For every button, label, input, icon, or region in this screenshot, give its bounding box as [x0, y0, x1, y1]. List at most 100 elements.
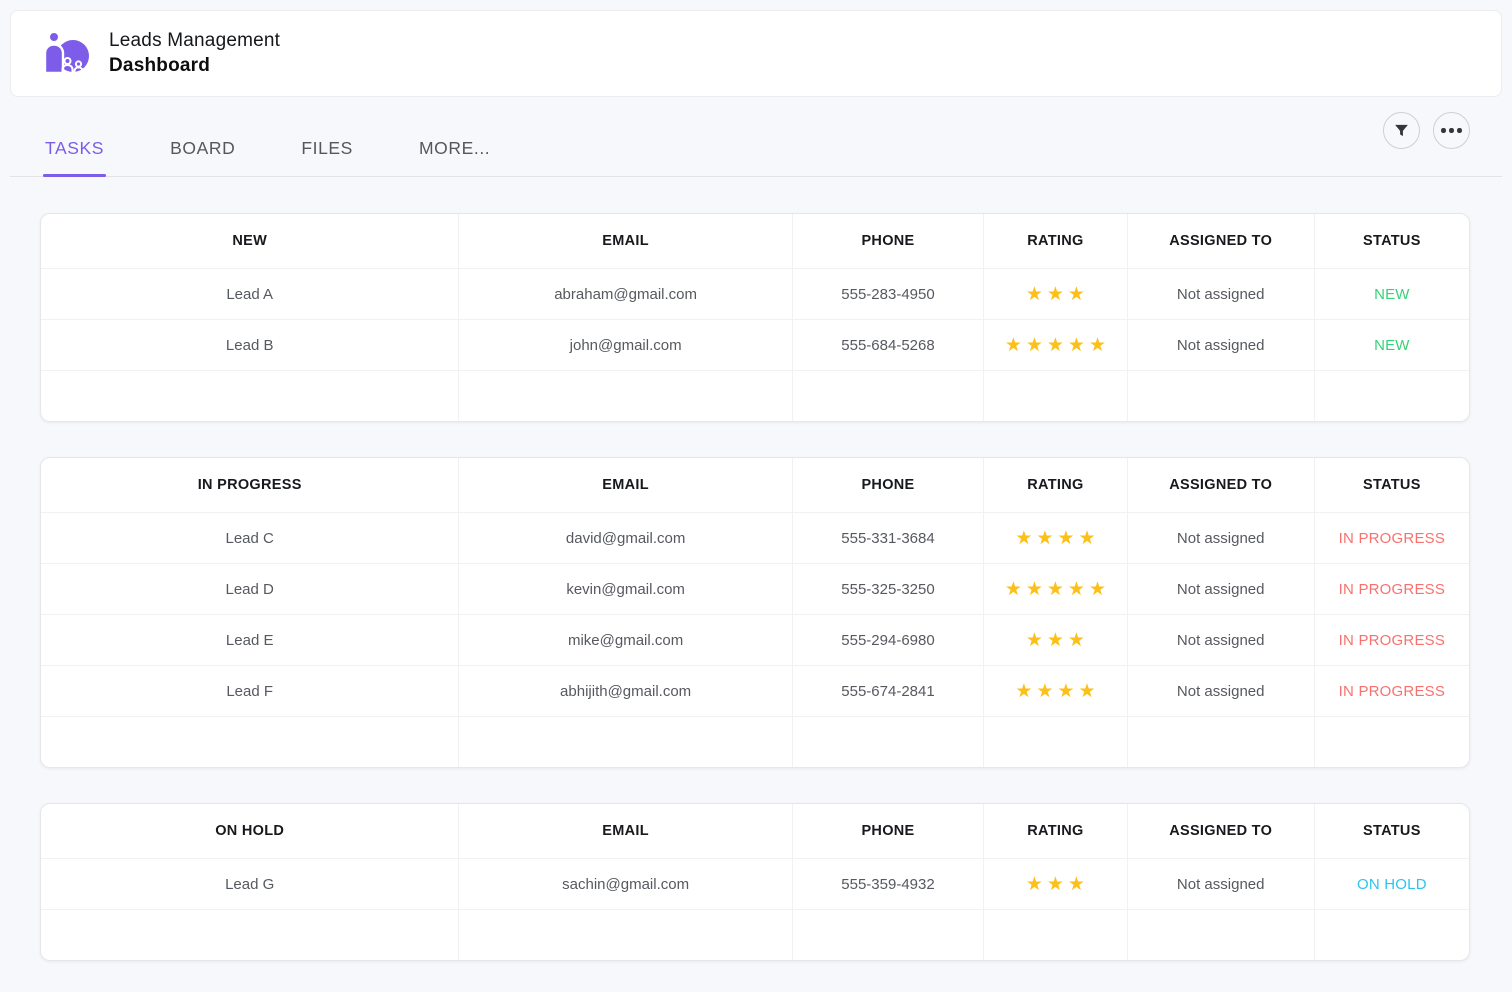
rating-stars-3: ★★★: [1022, 285, 1089, 304]
tab-tasks[interactable]: TASKS: [43, 138, 106, 176]
status-badge: IN PROGRESS: [1339, 683, 1445, 700]
phone-cell: 555-325-3250: [793, 563, 984, 614]
empty-cell: [984, 370, 1128, 421]
column-header-email: EMAIL: [459, 804, 792, 858]
ellipsis-icon: [1441, 128, 1462, 133]
assigned-to-cell: Not assigned: [1128, 268, 1315, 319]
empty-cell: [459, 909, 792, 960]
tabs-actions: [1383, 112, 1502, 149]
empty-cell: [1315, 370, 1469, 421]
group-header-new: NEW: [41, 214, 459, 268]
assigned-to-cell: Not assigned: [1128, 563, 1315, 614]
rating-cell: ★★★★: [984, 512, 1128, 563]
group-header-on-hold: ON HOLD: [41, 804, 459, 858]
column-header-email: EMAIL: [459, 214, 792, 268]
lead-name-cell: Lead F: [41, 665, 459, 716]
rating-cell: ★★★: [984, 614, 1128, 665]
empty-cell: [1315, 909, 1469, 960]
column-header-assigned-to: ASSIGNED TO: [1128, 458, 1315, 512]
tables: NEWEMAILPHONERATINGASSIGNED TOSTATUSLead…: [0, 177, 1512, 961]
email-cell: kevin@gmail.com: [459, 563, 792, 614]
column-header-rating: RATING: [984, 214, 1128, 268]
more-button[interactable]: [1433, 112, 1470, 149]
rating-cell: ★★★: [984, 268, 1128, 319]
lead-row-lead-f[interactable]: Lead Fabhijith@gmail.com555-674-2841★★★★…: [41, 665, 1469, 716]
email-cell: sachin@gmail.com: [459, 858, 792, 909]
empty-cell: [1315, 716, 1469, 767]
app-title-line2: Dashboard: [109, 54, 280, 79]
status-cell: IN PROGRESS: [1315, 665, 1469, 716]
rating-cell: ★★★★★: [984, 563, 1128, 614]
tab-files[interactable]: FILES: [299, 138, 355, 176]
filter-funnel-icon: [1393, 122, 1410, 139]
column-header-status: STATUS: [1315, 804, 1469, 858]
status-badge: IN PROGRESS: [1339, 632, 1445, 649]
empty-cell: [1128, 716, 1315, 767]
empty-cell: [41, 716, 459, 767]
email-cell: abhijith@gmail.com: [459, 665, 792, 716]
lead-row-lead-g[interactable]: Lead Gsachin@gmail.com555-359-4932★★★Not…: [41, 858, 1469, 909]
rating-stars-4: ★★★★: [1011, 529, 1099, 548]
empty-cell: [459, 716, 792, 767]
tab-board[interactable]: BOARD: [168, 138, 237, 176]
email-cell: john@gmail.com: [459, 319, 792, 370]
people-group-icon: [41, 28, 93, 80]
column-header-email: EMAIL: [459, 458, 792, 512]
status-cell: IN PROGRESS: [1315, 614, 1469, 665]
lead-row-lead-c[interactable]: Lead Cdavid@gmail.com555-331-3684★★★★Not…: [41, 512, 1469, 563]
lead-name-cell: Lead A: [41, 268, 459, 319]
column-header-status: STATUS: [1315, 458, 1469, 512]
phone-cell: 555-359-4932: [793, 858, 984, 909]
lead-row-lead-b[interactable]: Lead Bjohn@gmail.com555-684-5268★★★★★Not…: [41, 319, 1469, 370]
phone-cell: 555-294-6980: [793, 614, 984, 665]
lead-row-lead-d[interactable]: Lead Dkevin@gmail.com555-325-3250 ★★★★★ No…: [41, 563, 1469, 614]
column-header-rating: RATING: [984, 804, 1128, 858]
assigned-to-cell: Not assigned: [1128, 614, 1315, 665]
lead-row-lead-e[interactable]: Lead Emike@gmail.com555-294-6980★★★Not a…: [41, 614, 1469, 665]
app-title: Leads Management Dashboard: [109, 29, 280, 78]
status-badge: NEW: [1374, 286, 1410, 303]
empty-cell: [41, 909, 459, 960]
assigned-to-cell: Not assigned: [1128, 665, 1315, 716]
column-header-assigned-to: ASSIGNED TO: [1128, 804, 1315, 858]
table-header-row: NEWEMAILPHONERATINGASSIGNED TOSTATUS: [41, 214, 1469, 268]
group-header-in-progress: IN PROGRESS: [41, 458, 459, 512]
lead-name-cell: Lead G: [41, 858, 459, 909]
status-badge: NEW: [1374, 337, 1410, 354]
empty-row: [41, 909, 1469, 960]
rating-stars-5: ★★★★★: [1001, 336, 1110, 355]
leads-table-on-hold: ON HOLDEMAILPHONERATINGASSIGNED TOSTATUS…: [40, 803, 1470, 961]
rating-stars-4: ★★★★: [1011, 682, 1099, 701]
status-cell: NEW: [1315, 319, 1469, 370]
empty-cell: [984, 716, 1128, 767]
empty-cell: [793, 370, 984, 421]
status-cell: IN PROGRESS: [1315, 512, 1469, 563]
empty-cell: [1128, 909, 1315, 960]
rating-stars-5: ★★★★★: [1001, 580, 1110, 599]
column-header-phone: PHONE: [793, 458, 984, 512]
lead-row-lead-a[interactable]: Lead Aabraham@gmail.com555-283-4950★★★No…: [41, 268, 1469, 319]
phone-cell: 555-684-5268: [793, 319, 984, 370]
table-header-row: IN PROGRESSEMAILPHONERATINGASSIGNED TOST…: [41, 458, 1469, 512]
empty-cell: [984, 909, 1128, 960]
filter-button[interactable]: [1383, 112, 1420, 149]
tabs-bar: TASKS BOARD FILES MORE...: [10, 97, 1502, 177]
lead-name-cell: Lead E: [41, 614, 459, 665]
phone-cell: 555-283-4950: [793, 268, 984, 319]
header-card: Leads Management Dashboard: [10, 10, 1502, 97]
column-header-assigned-to: ASSIGNED TO: [1128, 214, 1315, 268]
empty-cell: [459, 370, 792, 421]
status-cell: ON HOLD: [1315, 858, 1469, 909]
tab-more[interactable]: MORE...: [417, 138, 492, 176]
assigned-to-cell: Not assigned: [1128, 512, 1315, 563]
lead-name-cell: Lead D: [41, 563, 459, 614]
rating-cell: ★★★: [984, 858, 1128, 909]
column-header-phone: PHONE: [793, 804, 984, 858]
email-cell: mike@gmail.com: [459, 614, 792, 665]
lead-name-cell: Lead B: [41, 319, 459, 370]
column-header-phone: PHONE: [793, 214, 984, 268]
empty-row: [41, 370, 1469, 421]
empty-cell: [793, 909, 984, 960]
status-badge: IN PROGRESS: [1339, 530, 1445, 547]
status-badge: IN PROGRESS: [1339, 581, 1445, 598]
